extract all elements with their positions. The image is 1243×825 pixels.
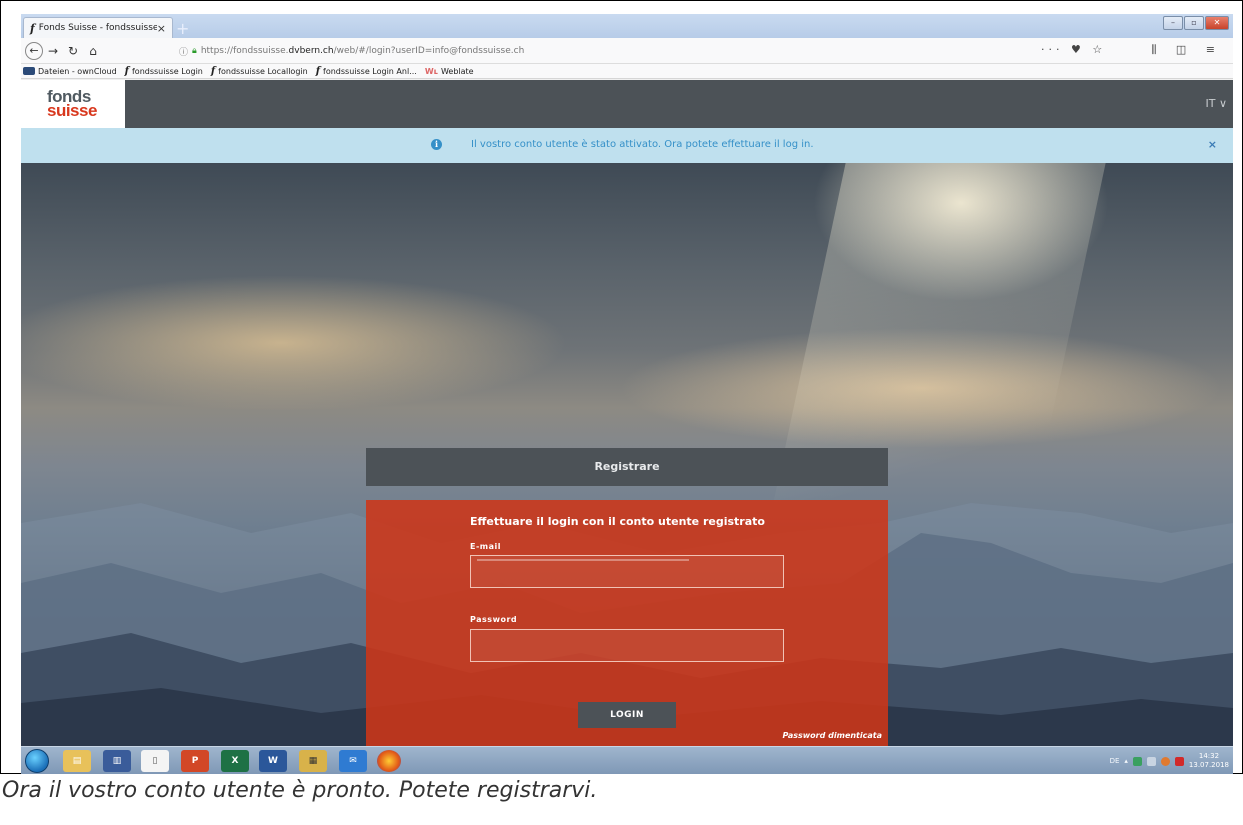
document-frame: f Fonds Suisse - fondssuisse × + – ▫ ✕ ←…	[0, 0, 1243, 774]
info-icon: ⓘ	[179, 47, 189, 58]
favicon-icon: f	[30, 21, 35, 35]
network-tray-icon[interactable]	[1132, 756, 1142, 766]
clock-time: 14:32	[1198, 752, 1220, 760]
info-icon: i	[431, 139, 442, 150]
url-host: dvbern.ch	[288, 46, 334, 56]
login-card: Effettuare il login con il conto utente …	[366, 500, 888, 746]
bookmarks-bar: Dateien - ownCloud f fondssuisse Login ff…	[21, 64, 1233, 79]
start-button[interactable]	[25, 749, 49, 773]
logo-suisse: suisse	[47, 101, 97, 120]
bookmark-login[interactable]: f fondssuisse Login	[125, 66, 203, 77]
banner-message: Il vostro conto utente è stato attivato.…	[471, 139, 814, 150]
clock[interactable]: 14:32 13.07.2018	[1189, 752, 1229, 770]
mail-icon[interactable]: ✉	[339, 750, 367, 772]
close-tab-icon[interactable]: ×	[157, 22, 166, 35]
display-tray-icon[interactable]	[1146, 756, 1156, 766]
language-selector[interactable]: IT ∨	[1205, 97, 1227, 110]
minimize-button[interactable]: –	[1163, 16, 1183, 30]
tab-title: Fonds Suisse - fondssuisse	[38, 23, 157, 33]
explorer-icon[interactable]: ▤	[63, 750, 91, 772]
toolbar-icons[interactable]: ⫼ ◫ ≡	[1151, 43, 1223, 57]
browser-nav-bar: ← → ↻ ⌂ ⓘ 🔒︎ https://fondssuisse. dvbern.…	[21, 38, 1233, 64]
url-path: /web/#/login?userID=info@fondssuisse.ch	[333, 46, 525, 56]
clock-date: 13.07.2018	[1188, 761, 1229, 769]
screenshot: f Fonds Suisse - fondssuisse × + – ▫ ✕ ←…	[21, 14, 1233, 774]
firefox-icon[interactable]	[377, 750, 401, 772]
window-controls: – ▫ ✕	[1163, 16, 1229, 30]
password-field[interactable]	[470, 629, 784, 662]
notepad-icon[interactable]: ▯	[141, 750, 169, 772]
system-tray: DE ▴ 14:32 13.07.2018	[1110, 747, 1229, 774]
register-header[interactable]: Registrare	[366, 448, 888, 486]
excel-icon[interactable]: X	[221, 750, 249, 772]
bookmark-weblate[interactable]: Wʟ Weblate	[425, 67, 474, 76]
fondssuisse-icon: f	[315, 65, 320, 77]
bookmark-locallogin[interactable]: f fondssuisse Locallogin	[211, 66, 308, 77]
logo[interactable]: fonds suisse	[21, 80, 125, 128]
bookmark-login-anl[interactable]: f fondssuisse Login Anl...	[316, 66, 417, 77]
reload-button[interactable]: ↻	[63, 44, 83, 58]
save-icon[interactable]: ▥	[103, 750, 131, 772]
lock-icon: 🔒︎	[192, 46, 197, 56]
login-title: Effettuare il login con il conto utente …	[470, 515, 765, 528]
forward-button[interactable]: →	[43, 44, 63, 58]
email-value-redacted	[477, 559, 689, 561]
tray-arrow-icon[interactable]: ▴	[1124, 757, 1128, 765]
cloud-icon	[23, 67, 35, 75]
close-window-button[interactable]: ✕	[1205, 16, 1229, 30]
url-prefix: https://fondssuisse.	[200, 46, 289, 56]
hero-background: Registrare Effettuare il login con il co…	[21, 163, 1233, 746]
word-icon[interactable]: W	[259, 750, 287, 772]
home-button[interactable]: ⌂	[83, 44, 103, 58]
login-button[interactable]: LOGIN	[578, 702, 676, 728]
browser-tab[interactable]: f Fonds Suisse - fondssuisse ×	[23, 17, 173, 38]
bookmark-owncloud[interactable]: Dateien - ownCloud	[23, 67, 117, 76]
scheduler-icon[interactable]: ▦	[299, 750, 327, 772]
powerpoint-icon[interactable]: P	[181, 750, 209, 772]
forgot-password-link[interactable]: Password dimenticata	[783, 731, 882, 740]
email-field[interactable]	[470, 555, 784, 588]
windows-taskbar: ▤ ▥ ▯ P X W ▦ ✉ DE ▴ 14:32 13.07.2018	[21, 746, 1233, 774]
power-tray-icon[interactable]	[1160, 756, 1170, 766]
weblate-icon: Wʟ	[424, 66, 438, 76]
fondssuisse-icon: f	[210, 65, 216, 77]
security-tray-icon[interactable]	[1174, 756, 1184, 766]
info-banner: i Il vostro conto utente è stato attivat…	[21, 128, 1233, 163]
email-label: E-mail	[470, 542, 502, 551]
page-actions[interactable]: ··· ♥ ☆	[1041, 43, 1106, 56]
caption-text: Ora il vostro conto utente è pronto. Pot…	[2, 778, 598, 803]
fondssuisse-icon: f	[124, 65, 129, 77]
browser-tab-bar: f Fonds Suisse - fondssuisse × + – ▫ ✕	[21, 14, 1233, 38]
banner-close-icon[interactable]: ×	[1208, 138, 1217, 151]
site-header: fonds suisse IT ∨	[21, 80, 1233, 128]
password-label: Password	[470, 615, 518, 624]
address-bar[interactable]: ⓘ 🔒︎ https://fondssuisse. dvbern.ch/web/#…	[179, 41, 1099, 61]
new-tab-button[interactable]: +	[176, 19, 189, 38]
maximize-button[interactable]: ▫	[1184, 16, 1204, 30]
language-indicator[interactable]: DE	[1110, 757, 1120, 765]
back-button[interactable]: ←	[25, 41, 43, 60]
